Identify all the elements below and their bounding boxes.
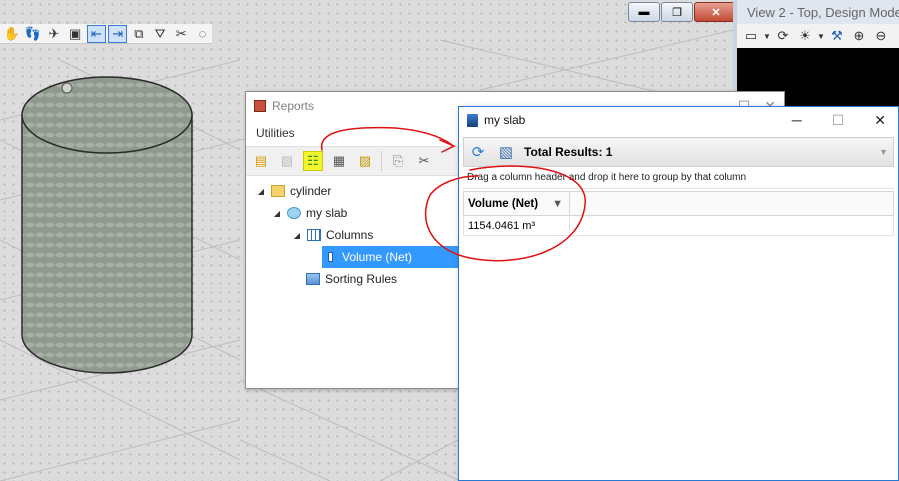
report-icon <box>287 207 301 219</box>
previous-view-icon[interactable]: ⇤ <box>86 24 107 43</box>
table-row[interactable]: 1154.0461 m³ <box>463 215 894 236</box>
columns-icon <box>307 229 321 241</box>
results-grid: Volume (Net) ▼ 1154.0461 m³ <box>463 191 894 236</box>
close-button[interactable]: ✕ <box>694 2 733 22</box>
copy-icon[interactable]: ⎘ <box>388 151 408 171</box>
tree-item-label: my slab <box>306 206 348 220</box>
minimize-button[interactable]: ▬ <box>628 2 660 22</box>
refresh-icon[interactable]: ⟳ <box>468 142 488 162</box>
column-icon <box>328 252 333 262</box>
column-header-label: Volume (Net) <box>468 197 539 210</box>
maximize-icon[interactable]: ☐ <box>832 112 845 129</box>
lighting-icon[interactable]: ☀ <box>795 27 815 45</box>
tree-item-volume-net[interactable]: Volume (Net) <box>322 246 464 268</box>
minimize-icon[interactable]: ─ <box>792 112 802 129</box>
view-toolbar: ✋ 👣 ✈ ▣ ⇤ ⇥ ⧉ ⛛ ✂ ◌ <box>0 24 212 44</box>
column-header-volume-net[interactable]: Volume (Net) ▼ <box>463 191 570 216</box>
ribbon-separator <box>381 151 382 171</box>
utilities-menu[interactable]: Utilities <box>256 126 295 140</box>
toolbar-dropdown-icon[interactable]: ▼ <box>879 147 893 157</box>
walk-icon[interactable]: 👣 <box>23 25 42 43</box>
reports-title: Reports <box>272 99 315 113</box>
tree-item-my-slab[interactable]: ◢ my slab <box>254 202 464 224</box>
main-window-controls: ▬ ❐ ✕ <box>628 2 733 22</box>
close-icon[interactable]: ✕ <box>874 112 886 129</box>
disabled-report-icon: ▧ <box>280 153 294 168</box>
view-2-title: View 2 - Top, Design Model <box>747 4 899 20</box>
report-tree: ◢ cylinder ◢ my slab ◢ Columns Volume (N… <box>254 180 464 290</box>
group-by-hint[interactable]: Drag a column header and drop it here to… <box>463 167 894 189</box>
my-slab-title: my slab <box>484 113 526 127</box>
copy-view-icon[interactable]: ⧉ <box>129 25 148 43</box>
sorting-rules-icon <box>306 273 320 285</box>
fly-icon[interactable]: ✈ <box>44 25 63 43</box>
camera-icon[interactable]: ▣ <box>66 25 85 43</box>
hand-icon[interactable]: ✋ <box>2 25 21 43</box>
my-slab-titlebar[interactable]: my slab ─ ☐ ✕ <box>459 107 898 133</box>
table-cell[interactable]: 1154.0461 m³ <box>463 215 570 236</box>
tree-item-columns[interactable]: ◢ Columns <box>254 224 464 246</box>
minimize-icon: ▬ <box>638 6 650 18</box>
view-2-titlebar[interactable]: View 2 - Top, Design Model <box>737 0 899 24</box>
header-row: Volume (Net) ▼ <box>463 191 894 216</box>
folder-icon <box>271 185 285 197</box>
new-report-icon[interactable]: ▤ <box>251 151 271 171</box>
tree-item-label: Columns <box>326 228 374 242</box>
collapse-arrow-icon[interactable]: ◢ <box>272 209 282 218</box>
empty-cell <box>569 215 894 236</box>
tree-item-label: Sorting Rules <box>325 272 398 286</box>
tree-item-sorting-rules[interactable]: Sorting Rules <box>254 268 464 290</box>
reports-app-icon <box>254 100 266 112</box>
collapse-arrow-icon[interactable]: ◢ <box>292 231 302 240</box>
my-slab-window[interactable]: my slab ─ ☐ ✕ ⟳ ▧ Total Results: 1 ▼ Dra… <box>458 106 899 481</box>
filter-icon[interactable]: ▼ <box>552 198 563 210</box>
tree-item-cylinder[interactable]: ◢ cylinder <box>254 180 464 202</box>
display-style-icon[interactable]: ◌ <box>193 25 212 43</box>
tree-item-label: Volume (Net) <box>342 250 413 264</box>
view-attributes-icon[interactable]: ⛛ <box>150 25 169 43</box>
restore-button[interactable]: ❐ <box>661 2 693 22</box>
restore-icon: ❐ <box>672 6 682 19</box>
dropdown-icon[interactable]: ▼ <box>817 27 825 45</box>
rotate-view-icon[interactable]: ⟳ <box>773 27 793 45</box>
empty-header-cell <box>569 191 894 216</box>
clip-volume-icon[interactable]: ✂ <box>172 25 191 43</box>
close-icon: ✕ <box>711 6 721 19</box>
collapse-arrow-icon[interactable]: ◢ <box>256 187 266 196</box>
view-settings-icon[interactable]: ▭ <box>741 27 761 45</box>
report-style-icon[interactable]: ▨ <box>355 151 375 171</box>
total-results: Total Results: 1 <box>524 145 613 159</box>
export-icon[interactable]: ▧ <box>496 142 516 162</box>
next-view-icon[interactable]: ⇥ <box>108 24 128 43</box>
cut-icon[interactable]: ✂ <box>414 151 434 171</box>
cylinder-model[interactable] <box>15 70 200 385</box>
dropdown-icon[interactable]: ▼ <box>763 27 771 45</box>
table-icon[interactable]: ▦ <box>329 151 349 171</box>
view-2-toolbar: ▭ ▼ ⟳ ☀ ▼ ⚒ ⊕ ⊖ <box>737 24 899 48</box>
tree-item-label: cylinder <box>290 184 332 198</box>
brush-icon[interactable]: ⚒ <box>827 27 847 45</box>
app-icon <box>467 113 478 127</box>
report-definition-icon[interactable]: ☷ <box>303 151 323 171</box>
zoom-in-icon[interactable]: ⊕ <box>849 27 869 45</box>
zoom-out-icon[interactable]: ⊖ <box>871 27 891 45</box>
results-toolbar: ⟳ ▧ Total Results: 1 ▼ <box>463 137 894 167</box>
